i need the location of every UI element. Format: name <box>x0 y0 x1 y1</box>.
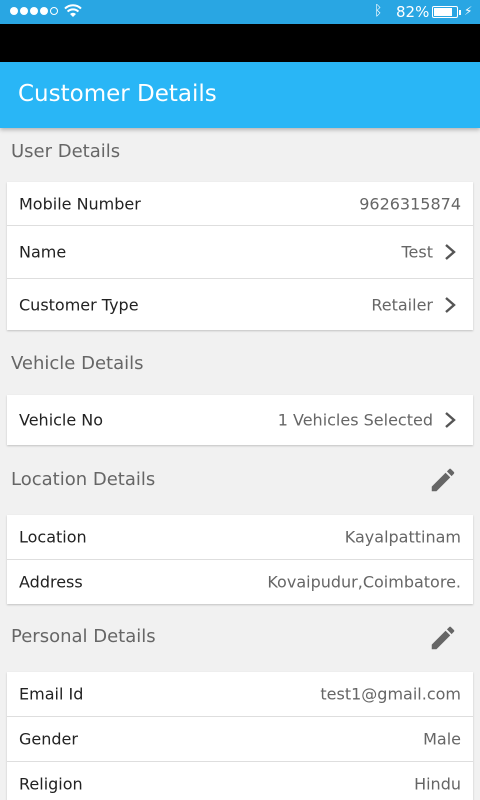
vehicle-details-card: Vehicle No 1 Vehicles Selected <box>7 395 473 445</box>
row-email-id: Email Id test1@gmail.com <box>7 672 473 717</box>
row-location: Location Kayalpattinam <box>7 515 473 560</box>
row-religion: Religion Hindu <box>7 762 473 800</box>
black-band <box>0 24 480 62</box>
section-title-user-details: User Details <box>11 141 121 162</box>
row-label: Gender <box>19 729 78 749</box>
row-label: Customer Type <box>19 295 139 314</box>
app-bar: Customer Details <box>0 62 480 128</box>
row-value: Hindu <box>414 774 461 794</box>
chevron-right-icon <box>445 244 456 260</box>
row-label: Religion <box>19 774 83 794</box>
edit-personal-pencil-icon[interactable] <box>428 623 458 653</box>
wifi-icon <box>64 4 82 17</box>
row-value: Male <box>423 729 461 749</box>
row-vehicle-no[interactable]: Vehicle No 1 Vehicles Selected <box>7 395 473 445</box>
row-label: Mobile Number <box>19 194 141 213</box>
row-value: test1@gmail.com <box>320 684 461 704</box>
chevron-right-icon <box>445 412 456 428</box>
status-bar: ᛒ 82% ⚡ <box>0 0 480 24</box>
row-value: Kayalpattinam <box>344 527 461 547</box>
battery-percentage: 82% <box>396 3 430 21</box>
row-name[interactable]: Name Test <box>7 226 473 279</box>
section-title-vehicle-details: Vehicle Details <box>11 353 144 374</box>
row-address: Address Kovaipudur,Coimbatore. <box>7 560 473 604</box>
row-label: Address <box>19 572 83 592</box>
user-details-card: Mobile Number 9626315874 Name Test Custo… <box>7 182 473 330</box>
battery-icon <box>432 6 461 18</box>
section-title-personal-details: Personal Details <box>11 626 156 647</box>
bluetooth-icon: ᛒ <box>374 3 383 19</box>
signal-strength-icon <box>10 7 58 15</box>
row-customer-type[interactable]: Customer Type Retailer <box>7 279 473 330</box>
row-label: Location <box>19 527 87 547</box>
section-title-location-details: Location Details <box>11 469 156 490</box>
row-value: Kovaipudur,Coimbatore. <box>267 572 461 592</box>
personal-details-card: Email Id test1@gmail.com Gender Male Rel… <box>7 672 473 800</box>
row-value: 9626315874 <box>359 194 461 213</box>
row-gender: Gender Male <box>7 717 473 762</box>
location-details-card: Location Kayalpattinam Address Kovaipudu… <box>7 515 473 604</box>
row-label: Email Id <box>19 684 84 704</box>
row-value: Test <box>401 242 433 262</box>
row-label: Name <box>19 242 67 262</box>
row-mobile-number: Mobile Number 9626315874 <box>7 182 473 226</box>
row-value: Retailer <box>371 295 433 314</box>
edit-location-pencil-icon[interactable] <box>428 465 458 495</box>
chevron-right-icon <box>445 296 456 313</box>
row-value: 1 Vehicles Selected <box>277 410 433 430</box>
page-title: Customer Details <box>18 81 217 107</box>
row-label: Vehicle No <box>19 410 104 430</box>
charging-icon: ⚡ <box>464 4 473 18</box>
